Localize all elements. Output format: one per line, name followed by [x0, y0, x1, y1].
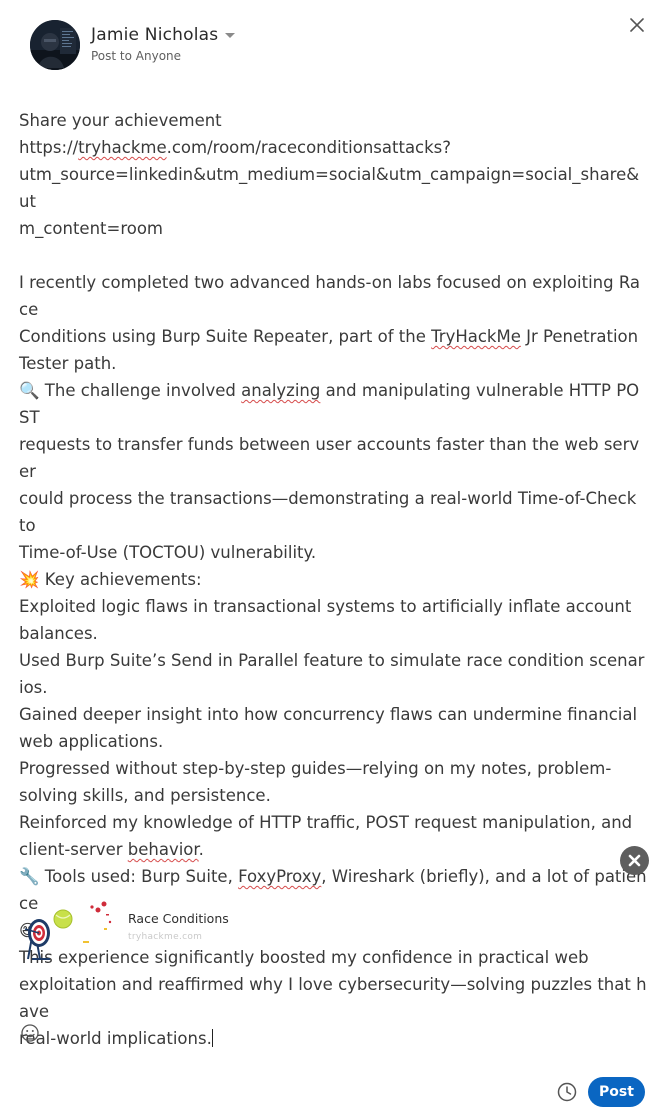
post-text-line: exploitation and reaffirmed why I love c… — [19, 975, 647, 1021]
post-button[interactable]: Post — [588, 1077, 645, 1107]
remove-preview-button[interactable] — [620, 846, 649, 875]
post-composer-dialog: Jamie Nicholas Post to Anyone Share your… — [0, 0, 658, 1114]
post-text-line: solving skills, and persistence. — [19, 786, 271, 805]
post-blank-line — [19, 242, 647, 269]
avatar — [30, 20, 80, 70]
post-text-line: balances. — [19, 624, 98, 643]
post-text-line: I recently completed two advanced hands-… — [19, 273, 641, 319]
audience-selector-label[interactable]: Post to Anyone — [91, 49, 181, 63]
remove-preview-icon — [628, 854, 641, 867]
author-name: Jamie Nicholas — [91, 25, 219, 45]
post-text-line: real-world implications. — [19, 1029, 213, 1048]
post-text-line: Conditions using Burp Suite Repeater, pa… — [19, 327, 639, 346]
link-preview-title[interactable]: Race Conditions — [128, 911, 229, 926]
post-text-line: 💥 Key achievements: — [19, 570, 202, 589]
post-text-line: Time-of-Use (TOCTOU) vulnerability. — [19, 543, 317, 562]
post-text-line: Reinforced my knowledge of HTTP traffic,… — [19, 813, 633, 832]
post-text-line: web applications. — [19, 732, 164, 751]
post-text-line: Tester path. — [19, 354, 117, 373]
link-preview-domain: tryhackme.com — [128, 932, 203, 942]
post-text-line: client-server behavior. — [19, 840, 204, 859]
caret-down-icon[interactable] — [222, 28, 238, 44]
post-text-line: 🔍 The challenge involved analyzing and m… — [19, 381, 640, 427]
post-text-line: Share your achievement — [19, 111, 222, 130]
clock-icon[interactable] — [556, 1081, 578, 1103]
post-text-line: Exploited logic flaws in transactional s… — [19, 597, 632, 616]
avatar-image — [30, 20, 80, 70]
post-text-line: Progressed without step-by-step guides—r… — [19, 759, 612, 778]
emoji-smiley-icon[interactable] — [20, 1023, 40, 1043]
link-preview-thumbnail[interactable] — [20, 895, 124, 967]
post-text-line: https://tryhackme.com/room/racecondition… — [19, 138, 452, 157]
post-text-line: Gained deeper insight into how concurren… — [19, 705, 638, 724]
text-cursor — [211, 1029, 213, 1047]
close-icon[interactable] — [624, 12, 650, 38]
post-text-line: m_content=room — [19, 219, 164, 238]
post-text-line: requests to transfer funds between user … — [19, 435, 640, 481]
post-text-line: utm_source=linkedin&utm_medium=social&ut… — [19, 165, 640, 211]
post-text-line: Used Burp Suite’s Send in Parallel featu… — [19, 651, 645, 697]
post-text-line: could process the transactions—demonstra… — [19, 489, 642, 535]
